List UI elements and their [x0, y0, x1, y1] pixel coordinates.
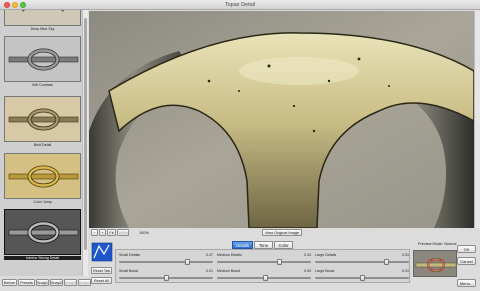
preset-thumbnail[interactable] [4, 209, 81, 255]
buckle-thumbnail-image [5, 97, 80, 141]
slider-handle[interactable] [359, 274, 365, 281]
preset-thumbnail[interactable] [4, 36, 81, 82]
slider-handle[interactable] [277, 258, 283, 265]
reset-tab-button[interactable]: Reset Tab [91, 267, 112, 274]
preset-item-selected[interactable]: Interior Strong Detail [4, 209, 81, 260]
topaz-logo [91, 242, 113, 262]
slider-handle[interactable] [263, 274, 269, 281]
slider-track[interactable] [119, 261, 213, 263]
reset-all-button[interactable]: Reset All [91, 277, 112, 284]
slider-handle[interactable] [163, 274, 169, 281]
snap2-button[interactable]: Snap2 [50, 279, 63, 286]
preset-list: Deep Blue Sky BW Contrast Bold Detail Co… [0, 10, 82, 276]
menu-button[interactable]: Menu... [457, 279, 476, 287]
presets-button[interactable]: Presets [18, 279, 35, 286]
cancel-button[interactable]: Cancel [457, 257, 476, 265]
slider-track[interactable] [217, 261, 311, 263]
one-to-one-button[interactable]: 100% [117, 229, 129, 236]
preset-scrollbar-thumb[interactable] [84, 18, 87, 250]
preset-sidebar: Deep Blue Sky BW Contrast Bold Detail Co… [0, 10, 88, 276]
navigator-image [414, 251, 456, 276]
preset-thumbnail[interactable] [4, 10, 81, 26]
slider-label: Large Boost [315, 269, 335, 273]
slider-label: Large Details [315, 253, 337, 257]
preset-item[interactable]: Bold Detail [4, 96, 81, 147]
preset-label: Color Jump [33, 200, 52, 204]
title-bar: Topaz Detail [0, 0, 480, 10]
buckle-photo [89, 11, 474, 228]
zoom-level: 100% [139, 230, 149, 235]
slider-label: Medium Boost [217, 269, 240, 273]
navigator-thumbnail[interactable] [413, 250, 457, 277]
preset-label: BW Contrast [32, 83, 53, 87]
slider-value: 0.05 [304, 269, 311, 273]
tab-color[interactable]: Color [274, 241, 293, 249]
slider-small-boost[interactable]: Small Boost 0.01 [119, 269, 213, 283]
buckle-thumbnail-image [5, 10, 80, 25]
tab-tone[interactable]: Tone [254, 241, 273, 249]
slider-label: Medium Details [217, 253, 242, 257]
slider-handle[interactable] [383, 258, 389, 265]
preset-label: Deep Blue Sky [30, 27, 55, 31]
preview-mode-label: Preview Mode: [418, 241, 444, 246]
buckle-thumbnail-image [5, 210, 80, 254]
window-title: Topaz Detail [224, 1, 256, 8]
view-original-image-button[interactable]: View Original Image [262, 229, 302, 236]
preset-label: Interior Strong Detail [4, 256, 81, 260]
buckle-thumbnail-image [5, 154, 80, 198]
slider-label: Small Details [119, 253, 140, 257]
preset-item[interactable]: Color Jump [4, 153, 81, 204]
buckle-thumbnail-image [5, 37, 80, 81]
tab-details[interactable]: Details [232, 241, 253, 249]
slider-value: 0.01 [402, 269, 409, 273]
slider-value: 0.47 [206, 253, 213, 257]
zoom-out-button[interactable]: − [91, 229, 98, 236]
slider-handle[interactable] [185, 258, 191, 265]
snap1-button[interactable]: Snap1 [36, 279, 49, 286]
preview-mode-value[interactable]: Normal [444, 242, 456, 246]
preset-label: Bold Detail [33, 143, 52, 147]
preset-item[interactable]: BW Contrast [4, 36, 81, 87]
slider-value: 0.51 [402, 253, 409, 257]
main-image-scrollbar[interactable] [474, 11, 480, 228]
snap3-button[interactable]: Snap3 [64, 279, 77, 286]
slider-value: 0.34 [304, 253, 311, 257]
slider-track[interactable] [315, 261, 409, 263]
before-button[interactable]: Before [2, 279, 17, 286]
preset-thumbnail[interactable] [4, 96, 81, 142]
slider-medium-boost[interactable]: Medium Boost 0.05 [217, 269, 311, 283]
slider-small-details[interactable]: Small Details 0.47 [119, 253, 213, 267]
ok-button[interactable]: OK [457, 245, 476, 253]
preview-mode[interactable]: Preview Mode: Normal [418, 242, 456, 246]
main-preview-image[interactable] [89, 11, 474, 228]
slider-value: 0.01 [206, 269, 213, 273]
slider-label: Small Boost [119, 269, 139, 273]
preset-thumbnail[interactable] [4, 153, 81, 199]
fit-button[interactable]: Fit [107, 229, 116, 236]
snap4-button[interactable]: Snap4 [78, 279, 91, 286]
detail-sliders-panel: Small Details 0.47 Medium Details 0.34 L… [115, 249, 410, 283]
zoom-in-button[interactable]: + [99, 229, 106, 236]
slider-large-details[interactable]: Large Details 0.51 [315, 253, 409, 267]
slider-large-boost[interactable]: Large Boost 0.01 [315, 269, 409, 283]
preset-item[interactable]: Deep Blue Sky [4, 10, 81, 31]
slider-medium-details[interactable]: Medium Details 0.34 [217, 253, 311, 267]
preset-scrollbar[interactable] [82, 10, 88, 276]
